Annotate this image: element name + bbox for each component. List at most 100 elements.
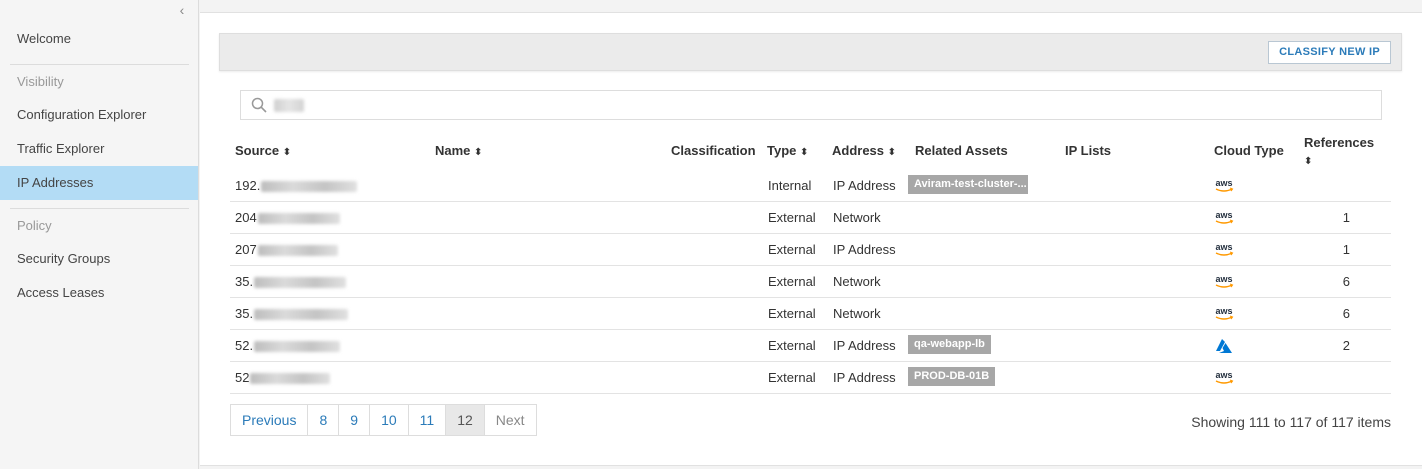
address-cell: IP Address [833,242,896,257]
type-cell: External [768,306,816,321]
type-cell: Internal [768,178,812,193]
search-box [240,90,1382,120]
address-cell: IP Address [833,338,896,353]
pagination-summary: Showing 111 to 117 of 117 items [1191,414,1391,430]
redacted-ip-text [254,341,341,353]
table-row[interactable]: 52 External IP Address PROD-DB-01B aws [230,362,1391,394]
sidebar-item-security-groups[interactable]: Security Groups [0,242,198,276]
pagination-page-8[interactable]: 8 [308,405,340,435]
source-text: 204 [235,210,257,225]
references-cell: 6 [1342,274,1350,289]
type-cell: External [768,274,816,289]
svg-text:aws: aws [1215,306,1232,316]
references-cell: 6 [1342,306,1350,321]
aws-icon: aws [1215,306,1234,320]
address-cell: Network [833,210,881,225]
references-cell: 1 [1342,242,1350,257]
collapse-sidebar-icon[interactable]: ‹ [174,2,190,18]
sidebar-divider [10,64,189,65]
azure-icon [1216,339,1232,353]
source-text: 192. [235,178,261,193]
aws-icon: aws [1215,242,1234,256]
source-text: 35. [235,274,254,289]
table-row[interactable]: 52. External IP Address qa-webapp-lb 2 [230,330,1391,362]
address-cell: IP Address [833,370,896,385]
source-cell: 35. [235,298,349,330]
related-asset-tag[interactable]: PROD-DB-01B [908,367,996,386]
pagination-next-button[interactable]: Next [485,405,536,435]
svg-text:aws: aws [1215,274,1232,284]
aws-icon: aws [1215,370,1234,384]
aws-icon: aws [1215,274,1234,288]
header-ip-lists: IP Lists [1065,143,1112,158]
related-asset-tag[interactable]: qa-webapp-lb [908,335,991,354]
header-address[interactable]: Address ⬍ [832,143,896,158]
sidebar: ‹ Welcome Visibility Configuration Explo… [0,0,199,469]
main-panel: CLASSIFY NEW IP Source ⬍ Name ⬍ Classifi… [200,12,1422,466]
header-type[interactable]: Type ⬍ [767,143,808,158]
redacted-ip-text [254,277,347,289]
pagination-page-9[interactable]: 9 [339,405,371,435]
table-row[interactable]: 192. Internal IP Address Aviram-test-cluste… [230,170,1391,202]
toolbar: CLASSIFY NEW IP [219,33,1402,71]
redacted-ip-text [257,213,340,225]
source-cell: 207 [235,234,338,266]
header-source[interactable]: Source ⬍ [235,143,291,158]
header-references[interactable]: References ⬍ [1304,134,1374,170]
references-cell: 2 [1342,338,1350,353]
table-row[interactable]: 204 External Network aws 1 [230,202,1391,234]
sidebar-item-welcome[interactable]: Welcome [0,22,198,56]
source-cell: 52. [235,330,341,362]
pagination-page-10[interactable]: 10 [370,405,409,435]
pagination-page-11[interactable]: 11 [409,405,447,435]
svg-text:aws: aws [1215,210,1232,220]
related-asset-tag[interactable]: Aviram-test-cluster-... [908,175,1028,194]
redacted-ip-text [261,181,358,193]
address-cell: IP Address [833,178,896,193]
redacted-ip-text [250,373,331,385]
pagination-page-12[interactable]: 12 [446,405,485,435]
redacted-ip-text [257,245,338,257]
sort-icon[interactable]: ⬍ [800,147,808,158]
header-classification: Classification [671,143,756,158]
svg-text:aws: aws [1215,370,1232,380]
sidebar-item-configuration-explorer[interactable]: Configuration Explorer [0,98,198,132]
svg-text:aws: aws [1215,178,1232,188]
classify-new-ip-button[interactable]: CLASSIFY NEW IP [1268,41,1391,64]
source-cell: 192. [235,170,358,202]
table-row[interactable]: 35. External Network aws 6 [230,298,1391,330]
references-cell: 1 [1342,210,1350,225]
source-text: 35. [235,306,254,321]
sidebar-divider [10,208,189,209]
table-row[interactable]: 207 External IP Address aws 1 [230,234,1391,266]
header-cloud-type: Cloud Type [1214,143,1284,158]
sidebar-item-traffic-explorer[interactable]: Traffic Explorer [0,132,198,166]
pagination-previous-button[interactable]: Previous [231,405,309,435]
sidebar-item-ip-addresses[interactable]: IP Addresses [0,166,198,200]
source-cell: 204 [235,202,340,234]
svg-text:aws: aws [1215,242,1232,252]
source-text: 52. [235,338,254,353]
search-input[interactable] [273,91,1373,119]
sort-icon[interactable]: ⬍ [474,147,482,158]
sort-icon[interactable]: ⬍ [888,147,896,158]
type-cell: External [768,242,816,257]
address-cell: Network [833,274,881,289]
redacted-ip-text [254,309,349,321]
sort-icon[interactable]: ⬍ [1304,156,1312,167]
source-cell: 35. [235,266,347,298]
aws-icon: aws [1215,210,1234,224]
source-text: 207 [235,242,257,257]
sidebar-item-access-leases[interactable]: Access Leases [0,276,198,310]
search-icon [251,97,267,113]
table-row[interactable]: 35. External Network aws 6 [230,266,1391,298]
source-text: 52 [235,370,250,385]
section-visibility: Visibility [17,74,64,89]
source-cell: 52 [235,362,331,394]
header-name[interactable]: Name ⬍ [435,143,482,158]
aws-icon: aws [1215,178,1234,192]
sort-icon[interactable]: ⬍ [283,147,291,158]
address-cell: Network [833,306,881,321]
section-policy: Policy [17,218,52,233]
type-cell: External [768,210,816,225]
